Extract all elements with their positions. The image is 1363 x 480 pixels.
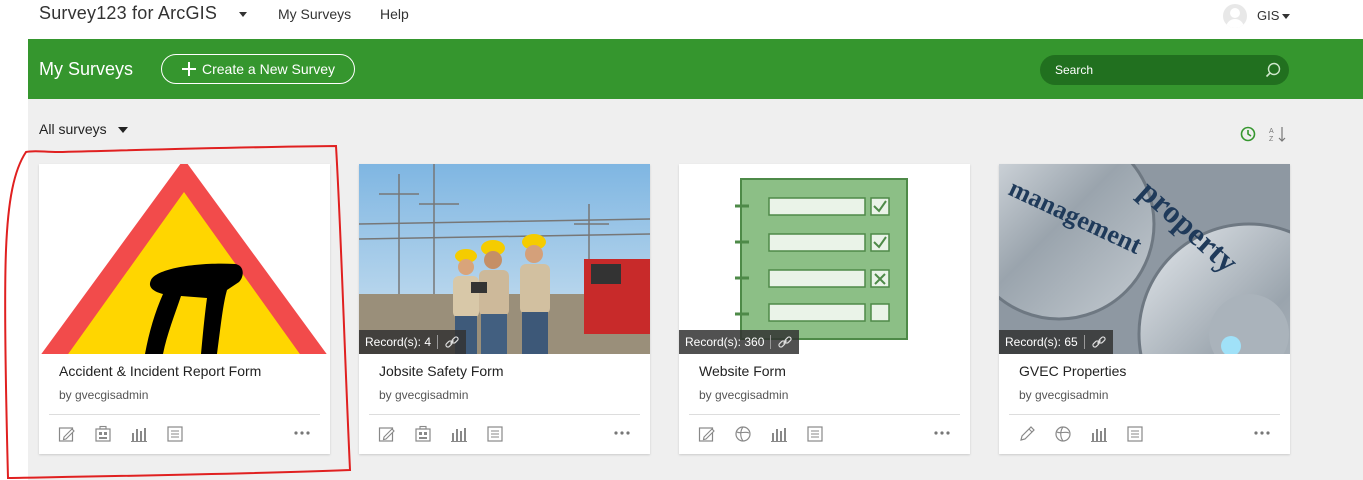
checklist-icon: [679, 164, 970, 354]
record-count-badge: Record(s): 360: [679, 330, 800, 354]
survey-thumbnail-workers[interactable]: Record(s): 4: [359, 164, 650, 354]
data-table-icon[interactable]: [806, 425, 824, 443]
nav-help[interactable]: Help: [380, 6, 409, 22]
more-options-icon[interactable]: [1253, 426, 1271, 440]
survey-title[interactable]: Jobsite Safety Form: [379, 363, 504, 379]
card-divider: [689, 414, 960, 415]
more-options-icon[interactable]: [293, 426, 311, 440]
link-icon[interactable]: [1091, 334, 1107, 350]
create-survey-button[interactable]: Create a New Survey: [161, 54, 355, 84]
survey-title[interactable]: Website Form: [699, 363, 786, 379]
survey-thumbnail-property[interactable]: management property Record(s): 65: [999, 164, 1290, 354]
svg-text:Z: Z: [1269, 136, 1274, 143]
record-count-badge: Record(s): 4: [359, 330, 467, 354]
survey-card[interactable]: Record(s): 4 Jobsite Safety Form by gvec…: [359, 164, 650, 454]
survey-title[interactable]: Accident & Incident Report Form: [59, 363, 261, 379]
card-divider: [369, 414, 640, 415]
search-input[interactable]: [1055, 63, 1255, 77]
analyze-icon[interactable]: [1090, 425, 1108, 443]
filter-caret-icon[interactable]: [118, 127, 128, 133]
sort-alpha-icon[interactable]: A Z: [1268, 125, 1288, 143]
analyze-icon[interactable]: [770, 425, 788, 443]
survey-thumbnail-warning[interactable]: [39, 164, 330, 354]
card-actions: [58, 425, 184, 445]
svg-text:A: A: [1269, 128, 1274, 135]
survey-filter-dropdown[interactable]: All surveys: [39, 121, 107, 137]
search-icon[interactable]: [1265, 62, 1281, 78]
analyze-icon[interactable]: [130, 425, 148, 443]
globe-icon[interactable]: [1054, 425, 1072, 443]
collaborate-icon[interactable]: [414, 425, 432, 443]
survey-owner: by gvecgisadmin: [59, 388, 149, 402]
survey-card[interactable]: Record(s): 360 Website Form by gvecgisad…: [679, 164, 970, 454]
survey-owner: by gvecgisadmin: [1019, 388, 1109, 402]
create-survey-label: Create a New Survey: [202, 61, 336, 77]
edit-icon[interactable]: [58, 425, 76, 443]
survey-gallery: All surveys A Z Accident & Incident Repo…: [28, 99, 1363, 480]
edit-icon[interactable]: [378, 425, 396, 443]
data-table-icon[interactable]: [486, 425, 504, 443]
pencil-icon[interactable]: [1018, 425, 1036, 443]
survey-title[interactable]: GVEC Properties: [1019, 363, 1126, 379]
edit-icon[interactable]: [698, 425, 716, 443]
survey-card[interactable]: Accident & Incident Report Form by gvecg…: [39, 164, 330, 454]
survey-owner: by gvecgisadmin: [379, 388, 469, 402]
survey-card[interactable]: management property Record(s): 65 GVEC P…: [999, 164, 1290, 454]
user-menu-caret-icon[interactable]: [1282, 14, 1290, 19]
warning-sign-icon: [39, 164, 330, 354]
app-title[interactable]: Survey123 for ArcGIS: [39, 3, 217, 24]
data-table-icon[interactable]: [166, 425, 184, 443]
gears-image: management property: [999, 164, 1290, 354]
user-avatar[interactable]: [1223, 4, 1247, 28]
more-options-icon[interactable]: [933, 426, 951, 440]
card-actions: [698, 425, 824, 445]
page-title: My Surveys: [39, 59, 134, 79]
card-actions: [378, 425, 504, 445]
app-menu-caret-icon[interactable]: [239, 12, 247, 17]
card-actions: [1018, 425, 1144, 445]
survey-thumbnail-checklist[interactable]: Record(s): 360: [679, 164, 970, 354]
globe-icon[interactable]: [734, 425, 752, 443]
record-count: Record(s): 65: [1005, 335, 1078, 349]
clock-icon[interactable]: [1240, 126, 1256, 142]
workers-photo-image: [359, 164, 650, 354]
record-count-badge: Record(s): 65: [999, 330, 1113, 354]
survey-owner: by gvecgisadmin: [699, 388, 789, 402]
card-divider: [1009, 414, 1280, 415]
card-divider: [49, 414, 320, 415]
more-options-icon[interactable]: [613, 426, 631, 440]
plus-icon: [182, 62, 196, 76]
search-box[interactable]: [1040, 55, 1289, 85]
collaborate-icon[interactable]: [94, 425, 112, 443]
link-icon[interactable]: [777, 334, 793, 350]
data-table-icon[interactable]: [1126, 425, 1144, 443]
user-name[interactable]: GIS: [1257, 8, 1279, 23]
record-count: Record(s): 4: [365, 335, 432, 349]
page-header: My Surveys Create a New Survey: [28, 39, 1363, 99]
link-icon[interactable]: [444, 334, 460, 350]
analyze-icon[interactable]: [450, 425, 468, 443]
top-navigation: Survey123 for ArcGIS My Surveys Help GIS: [0, 0, 1363, 38]
record-count: Record(s): 360: [685, 335, 765, 349]
nav-my-surveys[interactable]: My Surveys: [278, 6, 351, 22]
